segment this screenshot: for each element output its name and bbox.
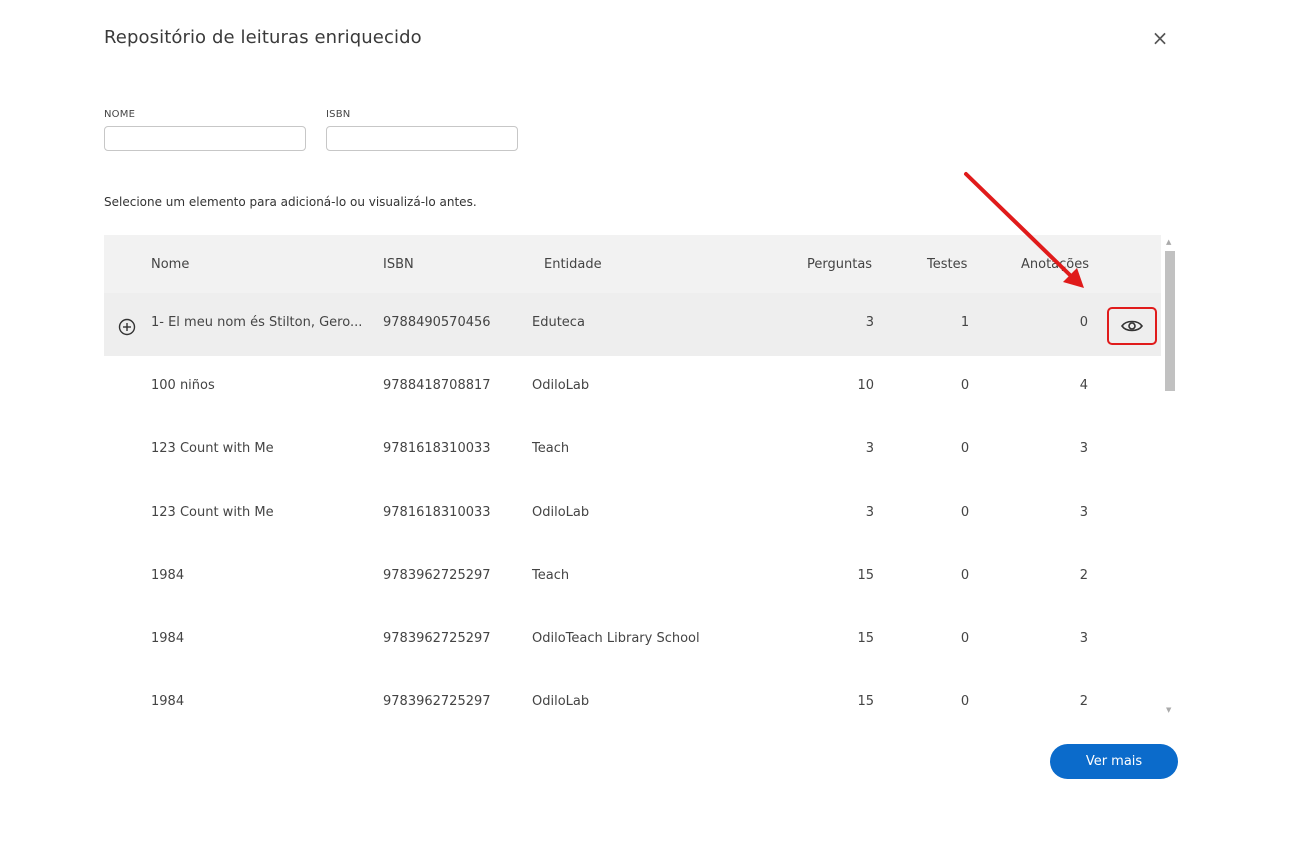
cell-entity: OdiloLab	[532, 378, 590, 393]
cell-name: 123 Count with Me	[151, 505, 274, 520]
table-header: Nome ISBN Entidade Perguntas Testes Anot…	[104, 235, 1161, 294]
cell-questions: 3	[865, 441, 874, 456]
cell-questions: 15	[857, 631, 874, 646]
cell-annotations: 3	[1079, 441, 1088, 456]
cell-isbn: 9781618310033	[383, 505, 491, 520]
cell-isbn: 9788490570456	[383, 315, 491, 330]
cell-name: 1984	[151, 694, 185, 709]
column-header-annotations: Anotações	[1021, 257, 1090, 272]
cell-questions: 15	[857, 694, 874, 709]
cell-entity: OdiloTeach Library School	[532, 631, 700, 646]
plus-circle-icon[interactable]	[118, 318, 136, 336]
table-row[interactable]: 1984 9783962725297 OdiloTeach Library Sc…	[104, 609, 1161, 673]
table-scrollbar[interactable]: ▲ ▼	[1163, 235, 1177, 720]
cell-entity: Teach	[532, 441, 570, 456]
cell-name: 1- El meu nom és Stilton, Gero...	[151, 315, 363, 330]
name-filter-label: NOME	[104, 109, 136, 120]
cell-tests: 0	[960, 378, 970, 393]
cell-entity: OdiloLab	[532, 505, 590, 520]
cell-questions: 15	[857, 568, 874, 583]
table-row[interactable]: 1984 9783962725297 Teach 15 0 2	[104, 546, 1161, 610]
name-filter-input[interactable]	[104, 126, 306, 151]
scroll-thumb[interactable]	[1165, 251, 1175, 391]
table-row[interactable]: 1984 9783962725297 OdiloLab 15 0 2	[104, 672, 1161, 720]
readings-table: Nome ISBN Entidade Perguntas Testes Anot…	[104, 235, 1161, 720]
cell-entity: Teach	[532, 568, 570, 583]
cell-isbn: 9788418708817	[383, 378, 491, 393]
table-row[interactable]: 123 Count with Me 9781618310033 Teach 3 …	[104, 419, 1161, 483]
cell-name: 1984	[151, 568, 185, 583]
table-row[interactable]: 100 niños 9788418708817 OdiloLab 10 0 4	[104, 356, 1161, 420]
column-header-isbn: ISBN	[383, 257, 414, 272]
cell-tests: 0	[960, 441, 970, 456]
cell-annotations: 2	[1079, 694, 1088, 709]
preview-button[interactable]	[1107, 307, 1157, 345]
cell-questions: 3	[865, 315, 874, 330]
cell-tests: 1	[960, 315, 970, 330]
cell-name: 100 niños	[151, 378, 215, 393]
see-more-button[interactable]: Ver mais	[1050, 744, 1178, 779]
column-header-questions: Perguntas	[807, 257, 873, 272]
cell-tests: 0	[960, 694, 970, 709]
cell-name: 123 Count with Me	[151, 441, 274, 456]
cell-questions: 3	[865, 505, 874, 520]
table-row[interactable]: 1- El meu nom és Stilton, Gero... 978849…	[104, 293, 1161, 357]
cell-annotations: 3	[1079, 505, 1088, 520]
cell-name: 1984	[151, 631, 185, 646]
cell-isbn: 9783962725297	[383, 631, 491, 646]
instructions-text: Selecione um elemento para adicioná-lo o…	[104, 195, 477, 209]
cell-isbn: 9781618310033	[383, 441, 491, 456]
eye-icon	[1121, 320, 1143, 332]
isbn-filter-label: ISBN	[326, 109, 351, 120]
column-header-entity: Entidade	[544, 257, 602, 272]
cell-annotations: 3	[1079, 631, 1088, 646]
cell-annotations: 2	[1079, 568, 1088, 583]
cell-entity: OdiloLab	[532, 694, 590, 709]
cell-questions: 10	[857, 378, 874, 393]
table-row[interactable]: 123 Count with Me 9781618310033 OdiloLab…	[104, 482, 1161, 547]
column-header-name: Nome	[151, 257, 190, 272]
dialog-title: Repositório de leituras enriquecido	[104, 27, 422, 48]
column-header-tests: Testes	[927, 257, 968, 272]
cell-tests: 0	[960, 505, 970, 520]
cell-tests: 0	[960, 631, 970, 646]
close-icon[interactable]: ×	[1150, 28, 1170, 48]
cell-annotations: 4	[1079, 378, 1088, 393]
cell-tests: 0	[960, 568, 970, 583]
cell-entity: Eduteca	[532, 315, 585, 330]
cell-isbn: 9783962725297	[383, 694, 491, 709]
cell-isbn: 9783962725297	[383, 568, 491, 583]
cell-annotations: 0	[1079, 315, 1088, 330]
scroll-down-icon[interactable]: ▼	[1166, 707, 1171, 714]
isbn-filter-input[interactable]	[326, 126, 518, 151]
scroll-up-icon[interactable]: ▲	[1166, 239, 1171, 246]
